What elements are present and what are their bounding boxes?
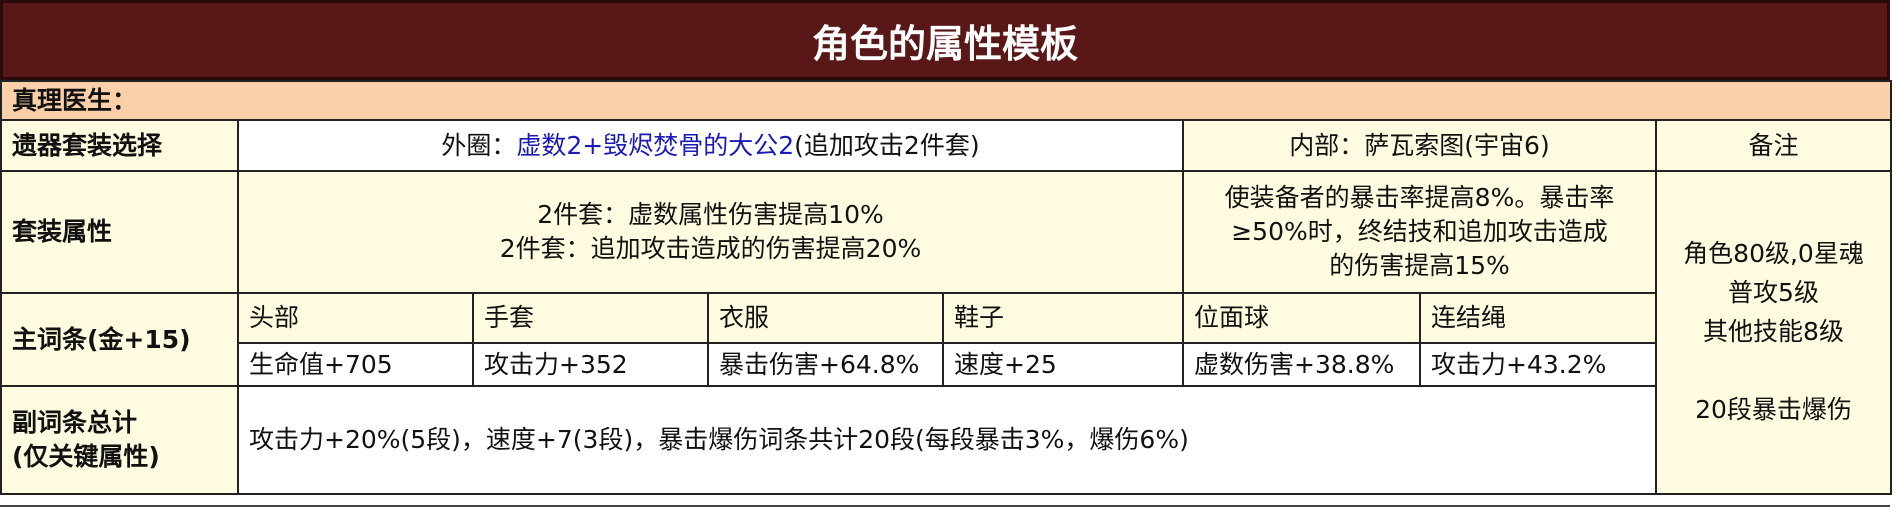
slot-stat: 生命值+705	[237, 342, 474, 387]
relic-label: 遗器套装选择	[0, 119, 239, 172]
note-line: 普攻5级	[1728, 277, 1819, 307]
outer-effect-line: 2件套：追加攻击造成的伤害提高20%	[499, 234, 922, 263]
character-name: 真理医生：	[0, 80, 1893, 121]
slot-name: 手套	[472, 292, 709, 344]
substats-row: 副词条总计 (仅关键属性) 攻击力+20%(5段)，速度+7(3段)，暴击爆伤词…	[0, 385, 1891, 495]
character-row: 真理医生：	[0, 80, 1893, 121]
outer-set-effects: 2件套：虚数属性伤害提高10% 2件套：追加攻击造成的伤害提高20%	[237, 170, 1184, 294]
outer-suffix: (追加攻击2件套)	[794, 130, 980, 160]
bottom-divider	[0, 505, 1890, 507]
slot-name: 连结绳	[1419, 292, 1657, 344]
set-effects-label: 套装属性	[0, 170, 239, 294]
inner-effect-line: 的伤害提高15%	[1329, 250, 1510, 280]
note-extra: 20段暴击爆伤	[1695, 395, 1852, 425]
substats-label: 副词条总计 (仅关键属性)	[0, 385, 239, 495]
build-sheet: 角色的属性模板 真理医生： 遗器套装选择 外圈：虚数2+毁烬焚骨的大公2(追加攻…	[0, 0, 1896, 514]
slot-stat: 速度+25	[942, 342, 1184, 387]
inner-effect-line: 使装备者的暴击率提高8%。暴击率	[1224, 183, 1615, 213]
main-stats-label: 主词条(金+15)	[0, 292, 239, 387]
main-stats-slot-row: 主词条(金+15) 头部 手套 衣服 鞋子 位面球 连结绳	[0, 292, 1891, 387]
substats-label-line: (仅关键属性)	[12, 442, 160, 471]
inner-set-effects: 使装备者的暴击率提高8%。暴击率 ≥50%时，终结技和追加攻击造成 的伤害提高1…	[1182, 170, 1657, 294]
note-line: 角色80级,0星魂	[1683, 239, 1864, 268]
set-effects-row: 套装属性 2件套：虚数属性伤害提高10% 2件套：追加攻击造成的伤害提高20% …	[0, 170, 1893, 495]
slot-stat: 虚数伤害+38.8%	[1182, 342, 1421, 387]
main-stats-value-row: 生命值+705 攻击力+352 暴击伤害+64.8% 速度+25 虚数伤害+38…	[1, 342, 1891, 387]
note-line: 其他技能8级	[1703, 316, 1844, 346]
slot-stat: 攻击力+352	[472, 342, 709, 387]
outer-effect-line: 2件套：虚数属性伤害提高10%	[537, 200, 884, 230]
inner-effect-line: ≥50%时，终结技和追加攻击造成	[1231, 217, 1608, 247]
slot-name: 衣服	[707, 292, 944, 344]
outer-set-cell: 外圈：虚数2+毁烬焚骨的大公2(追加攻击2件套)	[237, 119, 1184, 172]
sheet-title: 角色的属性模板	[0, 0, 1890, 80]
inner-set-cell: 内部：萨瓦索图(宇宙6)	[1182, 119, 1657, 172]
attribute-table: 真理医生： 遗器套装选择 外圈：虚数2+毁烬焚骨的大公2(追加攻击2件套) 内部…	[0, 80, 1893, 495]
slot-name: 鞋子	[942, 292, 1184, 344]
relic-row: 遗器套装选择 外圈：虚数2+毁烬焚骨的大公2(追加攻击2件套) 内部：萨瓦索图(…	[0, 119, 1893, 172]
substats-text: 攻击力+20%(5段)，速度+7(3段)，暴击爆伤词条共计20段(每段暴击3%，…	[237, 385, 1657, 495]
slot-stat: 攻击力+43.2%	[1419, 342, 1657, 387]
outer-prefix: 外圈：	[441, 130, 517, 160]
substats-label-line: 副词条总计	[12, 408, 138, 438]
slot-name: 头部	[237, 292, 474, 344]
notes-header: 备注	[1654, 119, 1893, 172]
slot-stat: 暴击伤害+64.8%	[707, 342, 944, 387]
slot-name: 位面球	[1182, 292, 1421, 344]
notes-cell: 角色80级,0星魂 普攻5级 其他技能8级 20段暴击爆伤	[1654, 170, 1893, 495]
outer-set-name: 虚数2+毁烬焚骨的大公2	[516, 130, 795, 160]
